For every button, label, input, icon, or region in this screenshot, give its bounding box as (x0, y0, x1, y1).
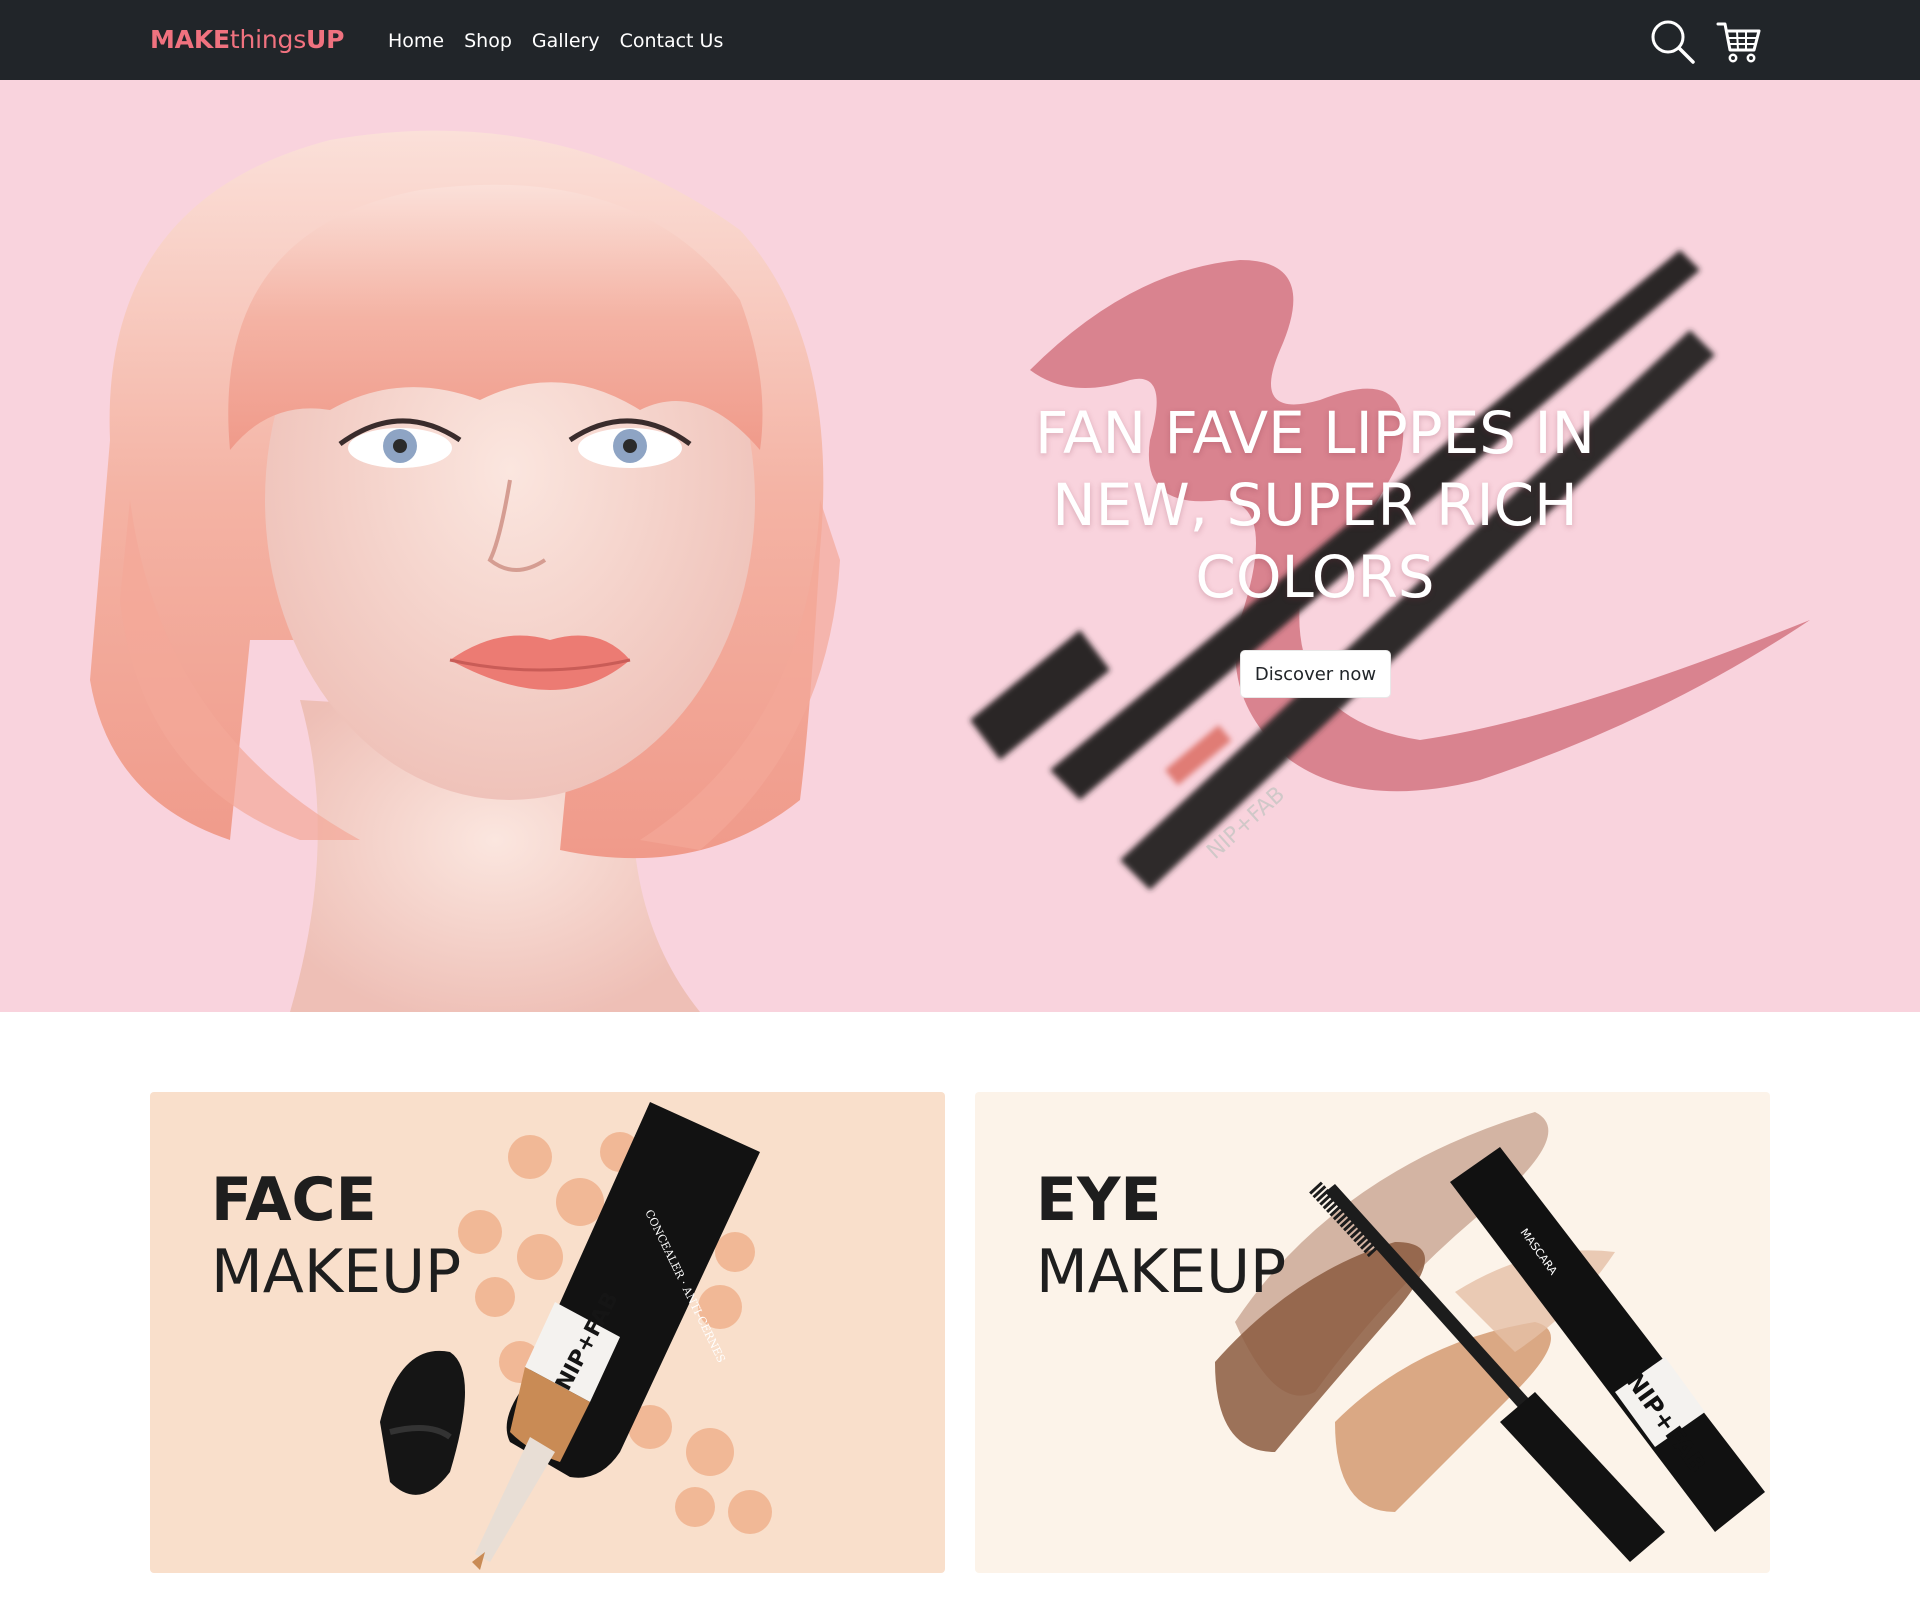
hero-illustration: NIP+FAB (90, 130, 1810, 1012)
nav-link-contact-us[interactable]: Contact Us (620, 28, 724, 54)
brand-part-up: UP (306, 25, 345, 54)
eye-title-bold: EYE (1036, 1165, 1162, 1235)
brand-logo[interactable]: MAKEthingsUP (150, 24, 344, 56)
hero-heading: FAN FAVE LIPPES IN NEW, SUPER RICH COLOR… (1034, 399, 1596, 611)
hero-banner: NIP+FAB FAN FAVE LIPPES IN NEW, SUPER RI… (0, 80, 1920, 1012)
brand-part-make: MAKE (150, 25, 230, 54)
nav-link-gallery[interactable]: Gallery (532, 28, 600, 54)
eye-title-light: MAKEUP (1036, 1237, 1287, 1307)
discover-now-button[interactable]: Discover now (1240, 650, 1391, 698)
main-nav: Home Shop Gallery Contact Us (388, 28, 723, 54)
nav-link-shop[interactable]: Shop (464, 28, 512, 54)
cart-icon[interactable] (1716, 19, 1762, 65)
category-card-face-makeup[interactable]: NIP+FAB CONCEALER · ANTI-CERNES FACE MAK… (150, 1092, 945, 1573)
face-title-light: MAKEUP (211, 1237, 462, 1307)
face-title-bold: FACE (211, 1165, 377, 1235)
top-navbar: MAKEthingsUP Home Shop Gallery Contact U… (0, 0, 1920, 80)
search-icon[interactable] (1650, 19, 1696, 65)
eye-makeup-title: EYE MAKEUP (1036, 1164, 1286, 1308)
nav-link-home[interactable]: Home (388, 28, 444, 54)
brand-part-things: things (229, 25, 307, 54)
category-card-eye-makeup[interactable]: NIP+FAB MASCARA EYE MAKEUP (975, 1092, 1770, 1573)
face-makeup-title: FACE MAKEUP (211, 1164, 461, 1308)
